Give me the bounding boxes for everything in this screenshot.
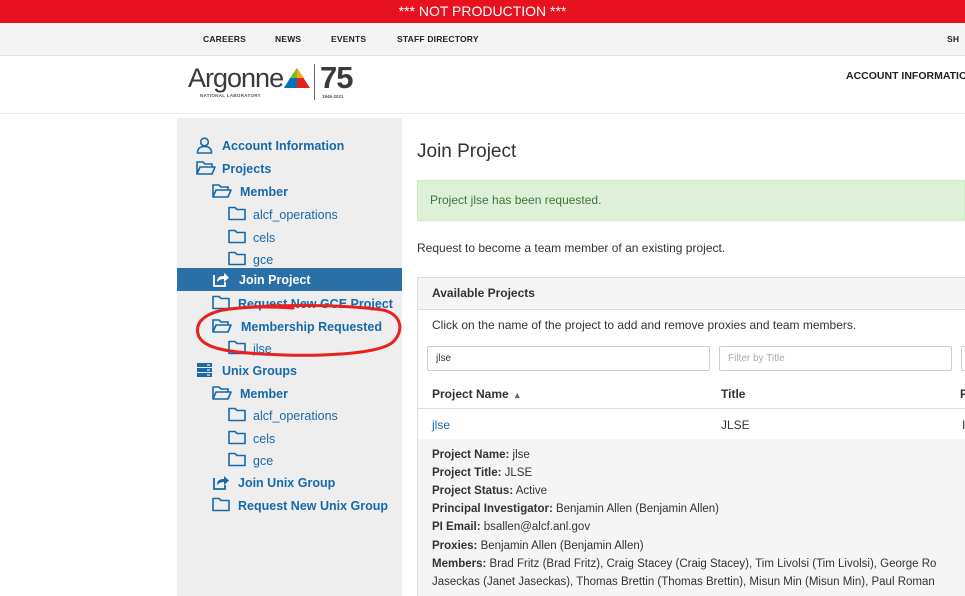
sidebar-item-join-unix-group[interactable]: Join Unix Group [213,474,393,496]
project-title-cell: JLSE [721,418,750,432]
nav-staff-directory[interactable]: STAFF DIRECTORY [397,23,479,56]
nav-shop-partial[interactable]: SH [947,23,959,56]
filter-third-column-input[interactable] [961,346,965,371]
argonne-logo[interactable]: Argonne NATIONAL LABORATORY 75 1946-2021 [188,60,363,102]
detail-proxies: Proxies: Benjamin Allen (Benjamin Allen) [432,540,644,552]
detail-members-continued: Jaseckas (Janet Jaseckas), Thomas Bretti… [432,576,935,588]
sidebar-item-requested-jlse[interactable]: jlse [228,340,398,362]
sidebar-label: Member [240,185,288,199]
sidebar-label: Request New Unix Group [238,499,389,513]
share-icon [213,273,229,287]
sidebar: Account Information Projects Member alcf… [177,118,402,596]
sidebar-item-membership-requested[interactable]: Membership Requested [212,318,402,340]
sidebar-item-unix-cels[interactable]: cels [228,430,398,452]
logo-subtitle: NATIONAL LABORATORY [200,93,261,98]
logo-anniversary: 75 [320,60,353,95]
folder-icon [228,251,246,266]
sidebar-item-project-cels[interactable]: cels [228,229,398,251]
folder-icon [228,206,246,221]
folder-open-icon [212,386,232,400]
filter-title-input[interactable] [719,346,952,371]
folder-icon [228,340,246,355]
detail-principal-investigator: Principal Investigator: Benjamin Allen (… [432,503,719,515]
sidebar-label: gce [253,454,274,468]
detail-members: Members: Brad Fritz (Brad Fritz), Craig … [432,558,937,570]
nav-careers[interactable]: CAREERS [203,23,246,56]
sidebar-label: Projects [222,162,272,176]
project-details: Project Name: jlse Project Title: JLSE P… [418,439,965,596]
sidebar-label: cels [253,432,276,446]
logo-name: Argonne [188,63,284,93]
sidebar-label: alcf_operations [253,409,338,423]
folder-icon [228,229,246,244]
top-nav: CAREERS NEWS EVENTS STAFF DIRECTORY SH [0,23,965,56]
sidebar-label: cels [253,231,276,245]
argonne-triangle-icon [284,68,310,88]
nav-events[interactable]: EVENTS [331,23,366,56]
sidebar-item-account-information[interactable]: Account Information [196,137,396,159]
detail-project-title: Project Title: JLSE [432,467,533,479]
sidebar-item-unix-member[interactable]: Member [212,385,392,407]
folder-icon [212,295,230,310]
sidebar-label: gce [253,253,274,267]
sidebar-label: Request New GCE Project [238,297,393,311]
site-header: Argonne NATIONAL LABORATORY 75 1946-2021… [0,56,965,114]
sidebar-label: Join Unix Group [238,476,336,490]
environment-banner: *** NOT PRODUCTION *** [0,0,965,23]
folder-open-icon [212,184,232,198]
sidebar-label: Member [240,387,288,401]
sidebar-label: Account Information [222,139,345,153]
sidebar-item-projects[interactable]: Projects [196,160,396,182]
page-title: Join Project [417,141,517,162]
sidebar-item-unix-alcf-operations[interactable]: alcf_operations [228,407,398,429]
folder-icon [228,407,246,422]
sidebar-item-join-project-active[interactable]: Join Project [177,268,402,291]
user-icon [196,137,213,154]
sidebar-item-project-alcf-operations[interactable]: alcf_operations [228,206,398,228]
nav-news[interactable]: NEWS [275,23,301,56]
logo-years: 1946-2021 [322,94,344,99]
panel-description: Click on the name of the project to add … [432,318,857,332]
header-account-link[interactable]: ACCOUNT INFORMATIO [846,70,965,82]
detail-project-name: Project Name: jlse [432,449,530,461]
logo-divider [314,64,315,100]
sidebar-item-request-new-gce-project[interactable]: Request New GCE Project [212,295,402,317]
sidebar-item-request-new-unix-group[interactable]: Request New Unix Group [212,497,402,519]
folder-icon [228,430,246,445]
sidebar-item-member[interactable]: Member [212,183,392,205]
panel-title: Available Projects [418,278,965,310]
server-icon [197,363,212,377]
sidebar-label: jlse [253,342,272,356]
sidebar-item-unix-gce[interactable]: gce [228,452,398,474]
folder-icon [228,452,246,467]
column-header-third-partial[interactable]: P [960,387,965,401]
success-alert: Project jlse has been requested. [417,180,965,221]
filter-project-name-input[interactable] [427,346,710,371]
sort-ascending-icon: ▴ [515,390,520,400]
intro-text: Request to become a team member of an ex… [417,241,726,255]
header-divider [418,408,965,409]
available-projects-panel: Available Projects Click on the name of … [417,277,965,596]
column-header-project-name[interactable]: Project Name ▴ [432,387,520,401]
column-header-title[interactable]: Title [721,387,745,401]
column-header-label: Project Name [432,387,509,401]
share-icon [213,476,229,490]
sidebar-item-unix-groups[interactable]: Unix Groups [196,362,396,384]
project-name-link-jlse[interactable]: jlse [432,418,450,432]
folder-open-icon [196,161,216,175]
detail-project-status: Project Status: Active [432,485,548,497]
sidebar-label: Join Project [239,273,311,287]
folder-icon [212,497,230,512]
sidebar-label: alcf_operations [253,208,338,222]
sidebar-label: Unix Groups [222,364,298,378]
sidebar-label: Membership Requested [241,320,383,334]
detail-pi-email: PI Email: bsallen@alcf.anl.gov [432,521,591,533]
folder-open-icon [212,319,232,333]
